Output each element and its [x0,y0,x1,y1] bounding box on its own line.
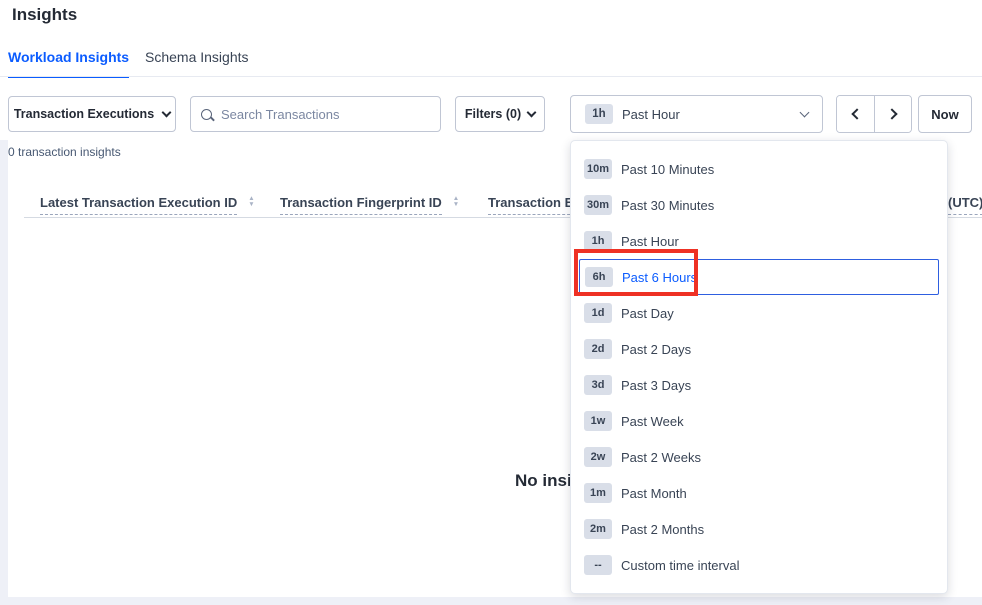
interval-badge: 1m [584,483,612,503]
dropdown-item-past-2-days[interactable]: 2d Past 2 Days [579,331,939,367]
dropdown-item-past-day[interactable]: 1d Past Day [579,295,939,331]
dropdown-item-past-2-months[interactable]: 2m Past 2 Months [579,511,939,547]
dropdown-item-past-month[interactable]: 1m Past Month [579,475,939,511]
time-interval-label: Past Hour [622,107,801,122]
chevron-down-icon [800,107,810,117]
interval-badge: 10m [584,159,612,179]
time-shift-next-button[interactable] [874,96,911,132]
search-icon [201,109,212,120]
dropdown-item-past-2-weeks[interactable]: 2w Past 2 Weeks [579,439,939,475]
interval-label: Past 30 Minutes [621,198,714,213]
app-background-left [0,140,8,605]
tabs-divider [0,76,982,77]
page-title: Insights [12,5,77,25]
dropdown-item-past-hour[interactable]: 1h Past Hour [579,223,939,259]
interval-label: Past 3 Days [621,378,691,393]
sort-icon[interactable]: ▲▼ [248,196,254,207]
time-shift-button-group [836,95,912,133]
search-box[interactable] [190,96,441,132]
entity-type-select[interactable]: Transaction Executions [8,96,176,132]
interval-badge: 2w [584,447,612,467]
interval-badge: 2d [584,339,612,359]
time-interval-select[interactable]: 1h Past Hour [570,95,823,133]
interval-label: Past 10 Minutes [621,162,714,177]
interval-label: Past 6 Hours [622,270,697,285]
column-label: (UTC) [948,195,982,215]
results-count: 0 transaction insights [8,145,121,159]
column-label: Latest Transaction Execution ID [40,195,237,215]
sort-icon[interactable]: ▲▼ [453,196,459,207]
entity-type-select-label: Transaction Executions [14,107,154,121]
interval-badge: -- [584,555,612,575]
dropdown-item-custom-time-interval[interactable]: -- Custom time interval [579,547,939,583]
interval-label: Custom time interval [621,558,739,573]
column-label: Transaction Fingerprint ID [280,195,442,215]
search-input[interactable] [221,107,430,122]
chevron-down-icon [527,107,537,117]
column-header-latest-transaction-execution-id: Latest Transaction Execution ID ▲▼ [40,195,255,215]
insights-page: Insights Workload Insights Schema Insigh… [0,0,982,605]
tab-workload-insights[interactable]: Workload Insights [8,49,129,78]
time-interval-dropdown: 10m Past 10 Minutes 30m Past 30 Minutes … [570,140,948,594]
column-header-transaction-execution: Transaction Ex [488,195,580,215]
tab-schema-insights[interactable]: Schema Insights [145,49,249,76]
interval-label: Past 2 Months [621,522,704,537]
chevron-left-icon [851,108,862,119]
interval-label: Past Hour [621,234,679,249]
column-label: Transaction Ex [488,195,580,215]
dropdown-item-past-3-days[interactable]: 3d Past 3 Days [579,367,939,403]
dropdown-item-past-week[interactable]: 1w Past Week [579,403,939,439]
filters-button-label: Filters (0) [465,107,521,121]
time-shift-prev-button[interactable] [837,96,874,132]
now-button[interactable]: Now [918,95,972,133]
dropdown-item-past-30-minutes[interactable]: 30m Past 30 Minutes [579,187,939,223]
interval-badge: 30m [584,195,612,215]
column-header-utc: (UTC) [948,195,982,215]
interval-label: Past Day [621,306,674,321]
interval-badge: 2m [584,519,612,539]
interval-label: Past 2 Days [621,342,691,357]
filters-button[interactable]: Filters (0) [455,96,545,132]
time-interval-badge: 1h [585,104,613,124]
chevron-down-icon [162,107,172,117]
app-background-bottom [0,597,982,605]
interval-label: Past 2 Weeks [621,450,701,465]
interval-badge: 3d [584,375,612,395]
interval-label: Past Month [621,486,687,501]
interval-badge: 1w [584,411,612,431]
dropdown-item-past-6-hours[interactable]: 6h Past 6 Hours [579,259,939,295]
column-header-transaction-fingerprint-id: Transaction Fingerprint ID ▲▼ [280,195,459,215]
interval-badge: 1d [584,303,612,323]
interval-label: Past Week [621,414,684,429]
interval-badge: 6h [585,267,613,287]
dropdown-item-past-10-minutes[interactable]: 10m Past 10 Minutes [579,151,939,187]
interval-badge: 1h [584,231,612,251]
chevron-right-icon [886,108,897,119]
